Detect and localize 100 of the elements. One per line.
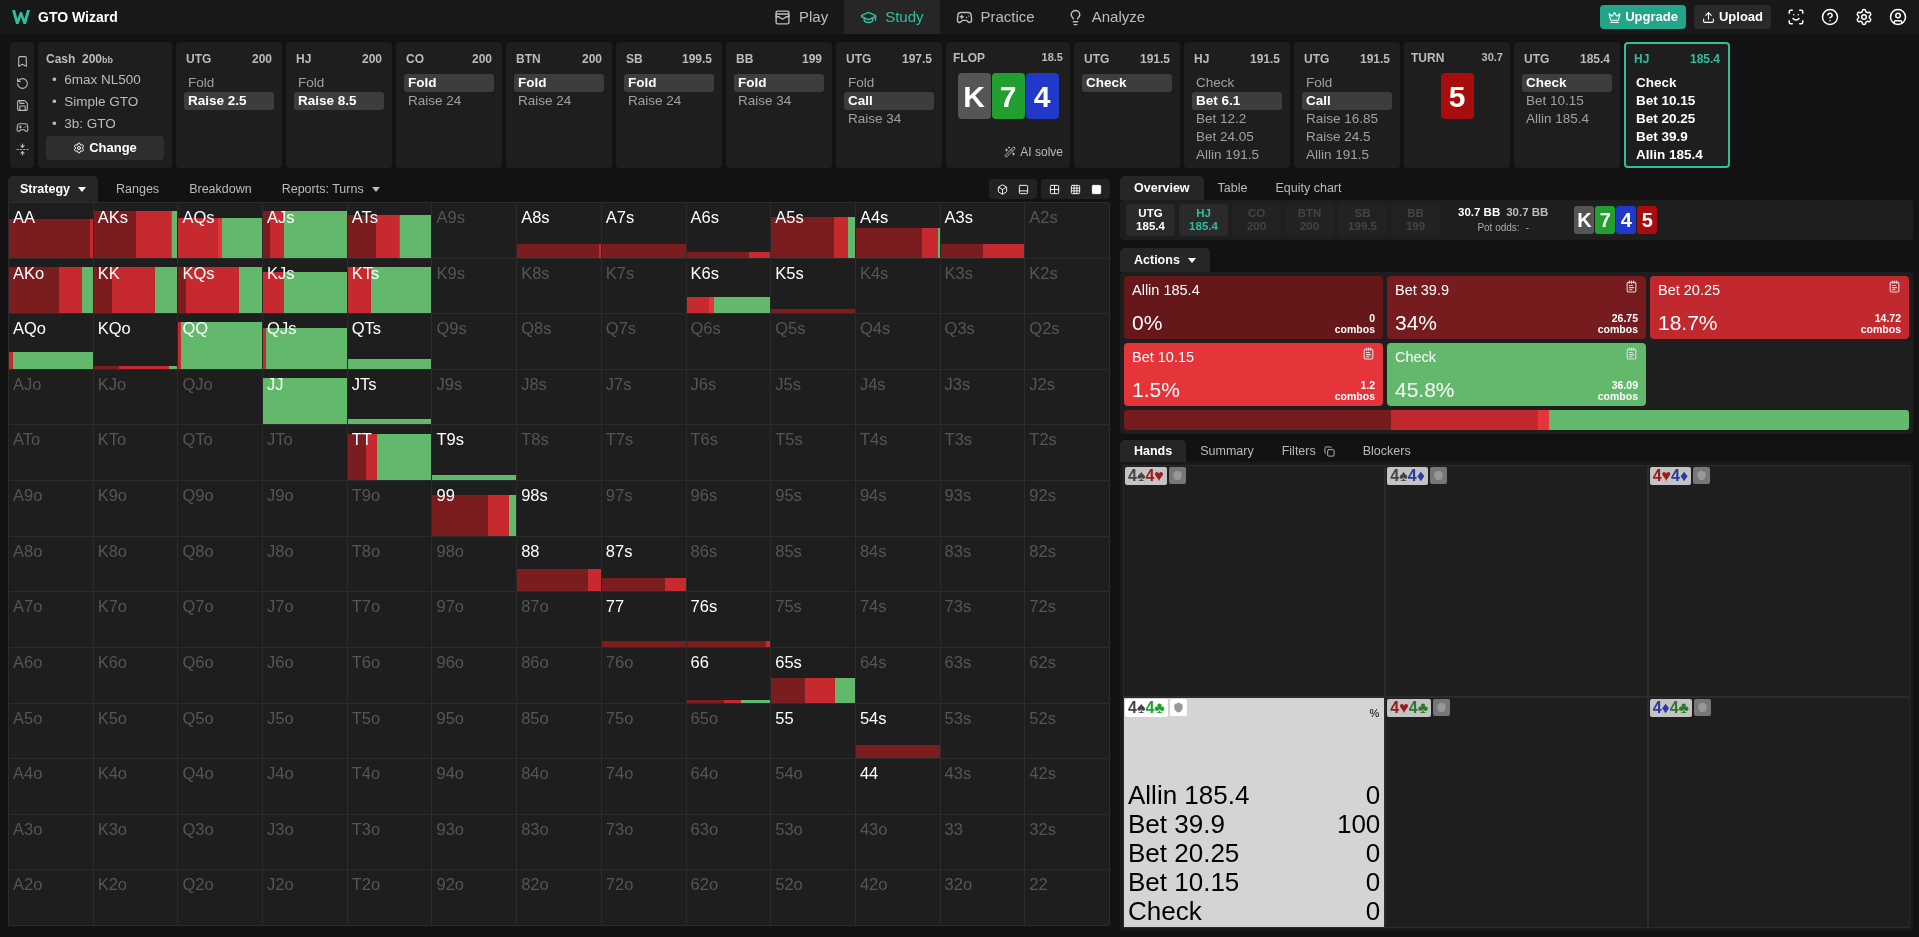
help-icon[interactable] [1821,8,1839,26]
notes-icon[interactable] [1888,280,1901,293]
hand-cell[interactable]: A6s [686,203,772,259]
action-option[interactable]: Call [1302,92,1392,110]
action-node[interactable]: UTG 185.4 Check Bet 10.15 Allin 185.4 [1514,42,1620,168]
hands-tab[interactable]: Summary [1186,440,1268,462]
hand-cell[interactable]: ATs [347,203,433,259]
hand-cell[interactable]: 55 [771,703,856,760]
hands-tab[interactable]: Filters [1267,440,1349,462]
action-node[interactable]: CO 200 Fold Raise 24 [396,42,502,168]
action-option[interactable]: Bet 12.2 [1192,110,1282,128]
hand-cell[interactable]: KJs [263,258,348,315]
action-node[interactable]: HJ 200 Fold Raise 8.5 [286,42,392,168]
action-option[interactable]: Raise 34 [734,92,824,110]
hand-cell[interactable]: 87s [601,536,687,593]
combo-cell[interactable]: 4♠4♥ [1123,465,1386,697]
action-node[interactable]: BTN 200 Fold Raise 24 [506,42,612,168]
action-option[interactable]: Fold [294,74,384,92]
nav-tab[interactable]: Analyze [1050,0,1162,34]
notes-icon[interactable] [1625,280,1638,293]
combo-cell[interactable]: 4♥4♣ [1385,696,1648,928]
action-node[interactable]: UTG 191.5 Check [1074,42,1180,168]
action-option[interactable]: Allin 185.4 [1632,146,1722,164]
collapse-icon[interactable] [15,142,29,156]
action-node[interactable]: BB 199 Fold Raise 34 [726,42,832,168]
gamepad-icon[interactable] [15,120,29,134]
hand-cell[interactable]: 98s [517,481,602,537]
action-option[interactable]: Bet 39.9 [1632,128,1722,146]
hand-cell[interactable]: 76s [686,592,772,648]
profile-icon[interactable] [1889,8,1907,26]
hand-cell[interactable]: AKs [93,203,179,259]
action-option[interactable]: Bet 10.15 [1522,92,1612,110]
action-option[interactable]: Bet 24.05 [1192,128,1282,146]
actions-dropdown[interactable]: Actions [1120,248,1210,272]
action-option[interactable]: Bet 20.25 [1632,110,1722,128]
action-tile[interactable]: Check 45.8% 36.09 combos [1387,343,1646,406]
panel-icon[interactable] [1018,183,1029,195]
action-tile[interactable]: Allin 185.4 0% 0 combos [1124,276,1383,339]
action-node[interactable]: UTG 200 Fold Raise 2.5 [176,42,282,168]
street-card[interactable]: FLOP 18.5 K 7 4 AI solve [946,42,1070,168]
nav-tab[interactable]: Practice [939,0,1051,34]
action-option[interactable]: Fold [844,74,934,92]
hand-cell[interactable]: AA [9,203,94,259]
action-option[interactable]: Raise 24 [404,92,494,110]
strategy-tab[interactable]: Breakdown [177,176,264,202]
street-card[interactable]: TURN 30.7 5 [1404,42,1510,168]
hand-cell[interactable]: T9s [432,425,518,482]
action-tile[interactable]: Bet 39.9 34% 26.75 combos [1387,276,1646,339]
player-seat[interactable]: HJ 185.4 [1179,204,1228,236]
upgrade-button[interactable]: Upgrade [1600,5,1686,29]
hand-cell[interactable]: K6s [686,258,772,315]
hand-cell[interactable]: TT [347,425,433,482]
action-node[interactable]: UTG 191.5 Fold Call Raise 16.85 Raise 24.5 Allin 191.5 [1294,42,1400,168]
save-icon[interactable] [15,98,29,112]
action-option[interactable]: Check [1522,74,1612,92]
hand-cell[interactable]: K5s [771,258,856,315]
square-icon[interactable] [1091,183,1102,195]
combo-cell[interactable]: 4♠4♣ % Allin 185.4 0 Bet 39.9 100 Bet 20.25 0 Bet 10.15 0 Check 0 [1123,696,1386,928]
hand-cell[interactable]: 99 [432,481,518,537]
action-option[interactable]: Raise 2.5 [184,92,274,110]
hand-cell[interactable]: QTs [347,314,433,370]
action-option[interactable]: Allin 191.5 [1302,146,1392,164]
player-seat[interactable]: UTG 185.4 [1126,204,1175,236]
strategy-tab[interactable]: Reports: Turns [269,176,392,202]
hand-cell[interactable]: A5s [771,203,856,259]
action-option[interactable]: Allin 185.4 [1522,110,1612,128]
hand-cell[interactable]: 66 [686,647,772,704]
action-option[interactable]: Raise 8.5 [294,92,384,110]
action-option[interactable]: Raise 34 [844,110,934,128]
action-option[interactable]: Check [1192,74,1282,92]
hand-cell[interactable]: 44 [855,759,941,815]
hand-cell[interactable]: JJ [263,369,348,426]
hand-cell[interactable]: A8s [517,203,602,259]
small-grid-icon[interactable] [1049,183,1060,195]
hand-cell[interactable]: AQo [9,314,94,370]
action-option[interactable]: Fold [514,74,604,92]
action-option[interactable]: Raise 24 [514,92,604,110]
action-node[interactable]: HJ 191.5 Check Bet 6.1 Bet 12.2 Bet 24.05 Allin 191.5 [1184,42,1290,168]
overview-tab[interactable]: Table [1203,176,1262,200]
action-option[interactable]: Bet 6.1 [1192,92,1282,110]
overview-tab[interactable]: Equity chart [1261,176,1356,200]
hands-tab[interactable]: Hands [1120,440,1187,462]
combo-cell[interactable]: 4♥4♦ [1647,465,1910,697]
hand-cell[interactable]: 88 [517,536,602,593]
hand-cell[interactable]: JTs [347,369,433,426]
action-tile[interactable]: Bet 20.25 18.7% 14.72 combos [1650,276,1909,339]
cube-icon[interactable] [997,183,1008,195]
combo-cell[interactable]: 4♠4♦ [1385,465,1648,697]
combo-cell[interactable]: 4♦4♣ [1647,696,1910,928]
bookmark-icon[interactable] [15,54,29,68]
hand-cell[interactable]: A7s [601,203,687,259]
action-option[interactable]: Raise 24.5 [1302,128,1392,146]
action-node[interactable]: HJ 185.4 Check Bet 10.15 Bet 20.25 Bet 39.9 Allin 185.4 [1624,42,1730,168]
hand-cell[interactable]: A3s [940,203,1026,259]
hand-cell[interactable]: KK [93,258,179,315]
action-option[interactable]: Bet 10.15 [1632,92,1722,110]
change-button[interactable]: Change [46,136,164,160]
action-option[interactable]: Allin 191.5 [1192,146,1282,164]
hand-cell[interactable]: A4s [855,203,941,259]
hand-cell[interactable]: AKo [9,258,94,315]
